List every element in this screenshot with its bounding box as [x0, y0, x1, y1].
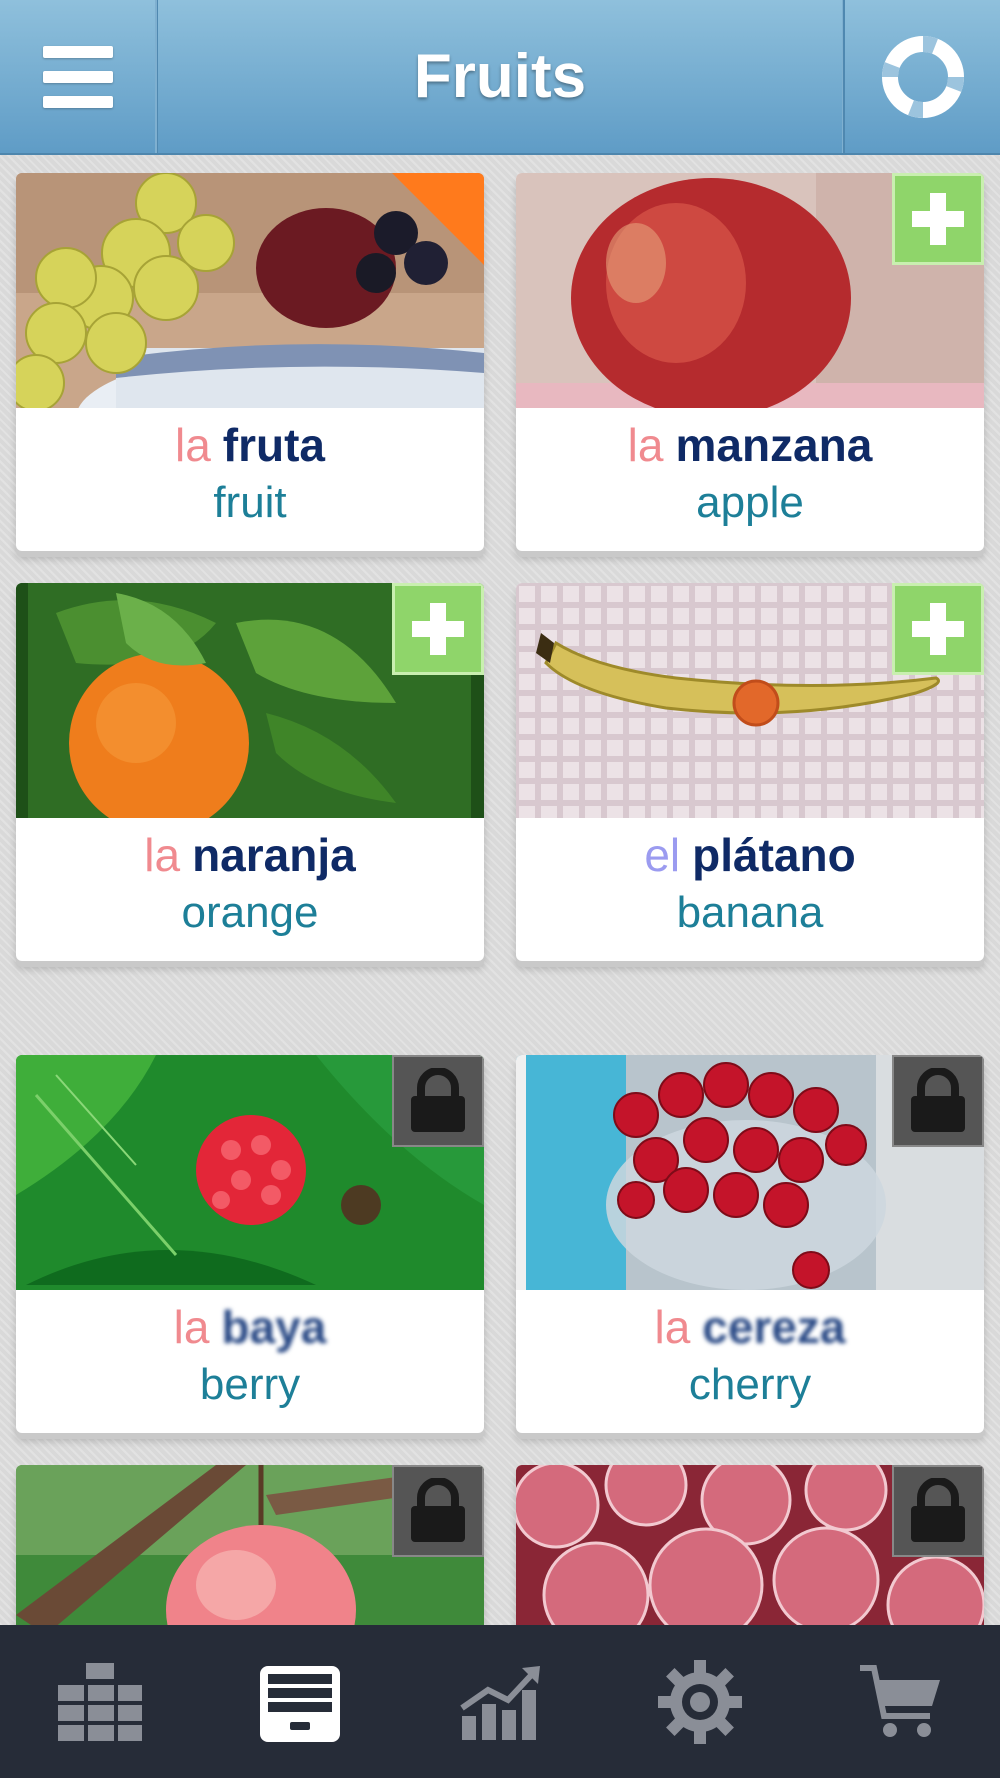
card-labels: el plátano banana — [516, 818, 984, 961]
card-peach[interactable] — [16, 1465, 484, 1625]
term-label: manzana — [675, 419, 873, 471]
article-label: la — [173, 1301, 210, 1353]
locked-item-button[interactable] — [392, 1465, 484, 1557]
card-labels: la fruta fruit — [16, 408, 484, 551]
term-label: naranja — [192, 829, 356, 881]
tab-categories[interactable] — [40, 1642, 160, 1762]
lifebuoy-icon — [881, 35, 964, 118]
tab-store[interactable] — [840, 1642, 960, 1762]
translation-label: cherry — [688, 1360, 812, 1409]
term-label: baya — [221, 1301, 327, 1353]
article-label: el — [644, 829, 681, 881]
card-box-icon — [260, 1665, 340, 1742]
locked-item-button[interactable] — [392, 1055, 484, 1147]
article-label: la — [144, 829, 181, 881]
term-label: cereza — [702, 1301, 846, 1353]
translation-label: berry — [199, 1360, 301, 1409]
translation-label: banana — [676, 888, 824, 937]
article-label: la — [627, 419, 664, 471]
card-labels: la baya berry — [16, 1290, 484, 1433]
vocabulary-grid: la fruta fruit la manzana apple la naran… — [0, 155, 1000, 1625]
card-cereza[interactable]: la cereza cherry — [516, 1055, 984, 1433]
plus-icon — [912, 193, 964, 245]
card-manzana[interactable]: la manzana apple — [516, 173, 984, 551]
card-platano[interactable]: el plátano banana — [516, 583, 984, 961]
translation-label: fruit — [213, 478, 287, 527]
plus-icon — [412, 603, 464, 655]
bottom-tab-bar — [0, 1625, 1000, 1778]
card-raspberries[interactable] — [516, 1465, 984, 1625]
grid-categories-icon — [58, 1662, 142, 1741]
translation-label: orange — [181, 888, 319, 937]
page-title: Fruits — [413, 42, 587, 111]
article-label: la — [174, 419, 211, 471]
locked-item-button[interactable] — [892, 1055, 984, 1147]
locked-item-button[interactable] — [892, 1465, 984, 1557]
card-labels: la naranja orange — [16, 818, 484, 961]
lock-icon — [411, 1068, 465, 1132]
card-labels: la cereza cherry — [516, 1290, 984, 1433]
tab-settings[interactable] — [640, 1642, 760, 1762]
article-label: la — [654, 1301, 691, 1353]
tab-flashcards[interactable] — [240, 1642, 360, 1762]
lock-icon — [911, 1068, 965, 1132]
term-label: fruta — [222, 419, 326, 471]
plus-icon — [912, 603, 964, 655]
tab-progress[interactable] — [440, 1642, 560, 1762]
term-label: plátano — [692, 829, 856, 881]
new-item-corner-icon — [392, 173, 484, 265]
card-labels: la manzana apple — [516, 408, 984, 551]
hamburger-menu-icon — [42, 45, 113, 108]
progress-chart-icon — [460, 1665, 540, 1740]
menu-button[interactable] — [0, 0, 157, 153]
card-baya[interactable]: la baya berry — [16, 1055, 484, 1433]
settings-gear-icon — [658, 1659, 742, 1744]
shopping-cart-icon — [860, 1664, 940, 1737]
translation-label: apple — [696, 478, 804, 527]
lock-icon — [911, 1478, 965, 1542]
help-button[interactable] — [843, 0, 1000, 153]
lock-icon — [411, 1478, 465, 1542]
card-fruta[interactable]: la fruta fruit — [16, 173, 484, 551]
add-word-button[interactable] — [892, 173, 984, 265]
card-naranja[interactable]: la naranja orange — [16, 583, 484, 961]
add-word-button[interactable] — [892, 583, 984, 675]
top-nav-bar: Fruits — [0, 0, 1000, 155]
add-word-button[interactable] — [392, 583, 484, 675]
